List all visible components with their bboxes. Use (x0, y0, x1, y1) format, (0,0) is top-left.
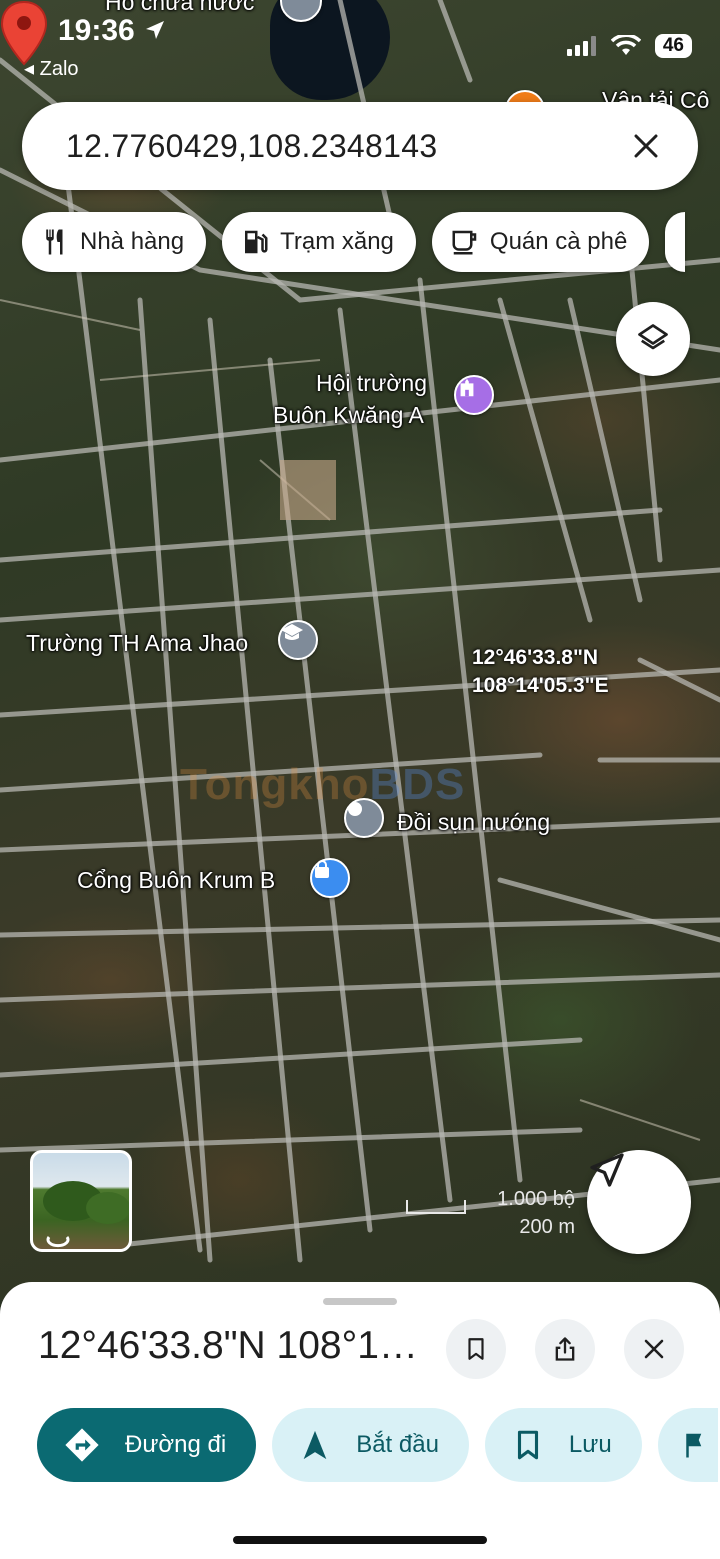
watermark-part2: BDS (369, 760, 466, 809)
coffee-icon (452, 230, 477, 255)
school-icon[interactable] (278, 620, 318, 660)
watermark: TongkhoBDS (180, 760, 465, 810)
back-to-app[interactable]: ◂ Zalo (24, 56, 79, 81)
scale-bar-right (464, 1200, 466, 1212)
navigation-arrow-icon (303, 1430, 327, 1460)
save-place-button[interactable] (446, 1319, 506, 1379)
search-bar[interactable]: 12.7760429,108.2348143 (22, 102, 698, 190)
watermark-part1: Tongkho (180, 760, 370, 809)
save-button[interactable]: Lưu (484, 1408, 642, 1482)
scale-bar-left (406, 1200, 408, 1212)
scale-metric: 200 m (519, 1216, 575, 1238)
poi-label-hall-line2[interactable]: Buôn Kwăng A (273, 399, 424, 431)
shopping-icon[interactable] (310, 858, 350, 898)
status-time: 19:36 (58, 14, 167, 48)
wifi-icon (610, 35, 641, 55)
chip-coffee[interactable]: Quán cà phê (431, 212, 650, 272)
navigation-icon (590, 1153, 624, 1187)
directions-button[interactable]: Đường đi (37, 1408, 257, 1482)
poi-label-hall-line1[interactable]: Hội trường (316, 367, 427, 399)
poi-label-hill[interactable]: Đồi sụn nướng (397, 806, 550, 838)
back-app-label: Zalo (39, 58, 79, 80)
my-location-button[interactable] (587, 1150, 691, 1254)
start-button[interactable]: Bắt đầu (272, 1408, 469, 1482)
chip-restaurants[interactable]: Nhà hàng (22, 212, 207, 272)
category-chips: Nhà hàng Trạm xăng Quán cà phê (22, 212, 686, 272)
close-icon (644, 1339, 664, 1359)
status-bar: 19:36 ◂ Zalo 46 (0, 0, 720, 90)
start-label: Bắt đầu (356, 1431, 439, 1458)
scale-bar (406, 1212, 466, 1214)
chip-gas-stations[interactable]: Trạm xăng (222, 212, 416, 272)
battery-icon: 46 (654, 34, 692, 58)
pin-latitude: 12°46'33.8"N (472, 646, 599, 669)
rotate-360-icon (46, 1236, 70, 1248)
place-bottom-sheet[interactable]: 12°46'33.8"N 108°14'05.3"E Đường đi Bắt … (0, 1282, 720, 1559)
gas-station-icon (245, 230, 268, 254)
clear-search-button[interactable] (626, 126, 666, 166)
scale-imperial: 1.000 bộ (497, 1188, 575, 1210)
time-text: 19:36 (58, 14, 135, 47)
more-actions-button[interactable] (657, 1408, 718, 1482)
hall-icon[interactable] (454, 375, 494, 415)
street-view-thumbnail[interactable] (30, 1150, 132, 1252)
sheet-drag-handle[interactable] (323, 1298, 397, 1305)
share-icon (555, 1337, 575, 1361)
directions-label: Đường đi (125, 1431, 227, 1458)
chip-label: Nhà hàng (80, 228, 185, 255)
place-icon[interactable] (344, 798, 384, 838)
pin-longitude: 108°14'05.3"E (472, 674, 609, 697)
layers-icon (638, 324, 668, 350)
bookmark-icon (517, 1430, 538, 1460)
poi-label-gate[interactable]: Cổng Buôn Krum B (77, 864, 275, 896)
flag-icon (685, 1433, 701, 1458)
restaurant-icon (46, 229, 63, 255)
chip-label: Quán cà phê (489, 228, 628, 255)
place-title: 12°46'33.8"N 108°14'05.3"E (38, 1324, 438, 1367)
location-arrow-icon (146, 21, 165, 39)
action-buttons: Đường đi Bắt đầu Lưu (37, 1408, 718, 1482)
close-icon (634, 134, 658, 158)
map-layers-button[interactable] (616, 302, 690, 376)
chip-more[interactable] (665, 212, 686, 272)
bookmark-icon (468, 1338, 484, 1360)
close-sheet-button[interactable] (624, 1319, 684, 1379)
chip-label: Trạm xăng (280, 228, 394, 255)
share-button[interactable] (535, 1319, 595, 1379)
signal-icon (566, 36, 596, 56)
save-label: Lưu (568, 1431, 612, 1458)
poi-label-school[interactable]: Trường TH Ama Jhao (26, 627, 248, 659)
search-input[interactable]: 12.7760429,108.2348143 (66, 128, 626, 165)
directions-icon (65, 1428, 99, 1462)
pin-coordinates-label[interactable]: 12°46'33.8"N 108°14'05.3"E (472, 644, 609, 700)
home-indicator[interactable] (233, 1536, 487, 1544)
satellite-map[interactable]: Hồ chứa nước Vận tải Cô Hội trường Buôn … (0, 0, 720, 1300)
